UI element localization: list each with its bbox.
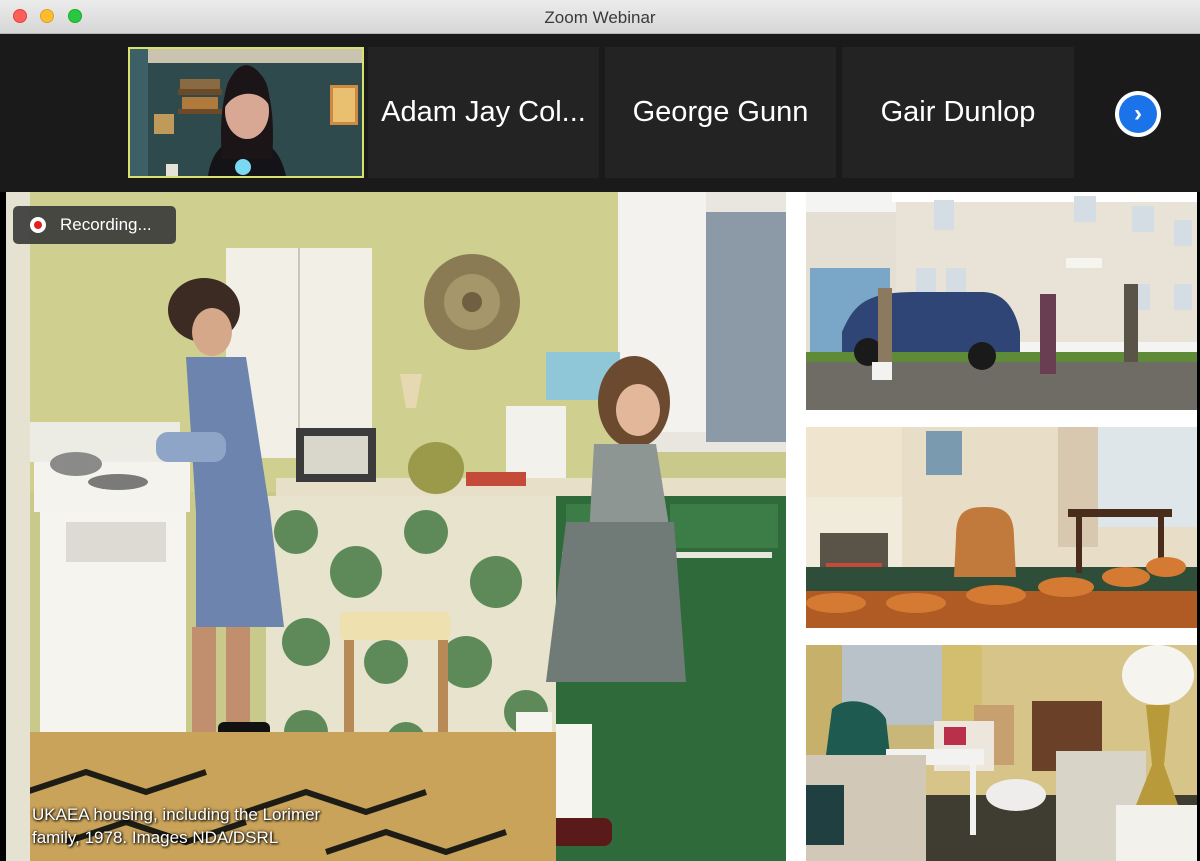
participant-strip: Adam Jay Col... George Gunn Gair Dunlop … [0, 34, 1200, 192]
recording-indicator[interactable]: Recording... [13, 206, 176, 244]
chevron-right-icon: › [1119, 95, 1157, 133]
record-dot-icon [30, 217, 46, 233]
participant-video-tile[interactable] [128, 47, 364, 178]
participant-tile[interactable]: Adam Jay Col... [368, 47, 599, 178]
next-page-button[interactable]: › [1115, 91, 1161, 137]
title-bar: Zoom Webinar [0, 0, 1200, 34]
participant-tile[interactable]: George Gunn [605, 47, 836, 178]
window-title: Zoom Webinar [544, 8, 656, 27]
caption-line: UKAEA housing, including the Lorimer [32, 805, 321, 824]
slide-caption: UKAEA housing, including the Lorimer fam… [32, 803, 432, 849]
living-room-photo [806, 645, 1197, 861]
caption-line: family, 1978. Images NDA/DSRL [32, 828, 279, 847]
participant-video-feed [130, 49, 362, 176]
participant-name: George Gunn [632, 96, 809, 128]
shared-screen: UKAEA housing, including the Lorimer fam… [0, 192, 1200, 861]
recording-label: Recording... [60, 215, 152, 234]
participant-name: Adam Jay Col... [381, 96, 586, 128]
lounge-photo [806, 427, 1197, 628]
participant-name: Gair Dunlop [880, 96, 1036, 128]
house-exterior-photo [806, 192, 1197, 410]
participant-tile[interactable]: Gair Dunlop [842, 47, 1074, 178]
kitchen-photo: UKAEA housing, including the Lorimer fam… [6, 192, 786, 861]
shared-slide: UKAEA housing, including the Lorimer fam… [6, 192, 1197, 861]
